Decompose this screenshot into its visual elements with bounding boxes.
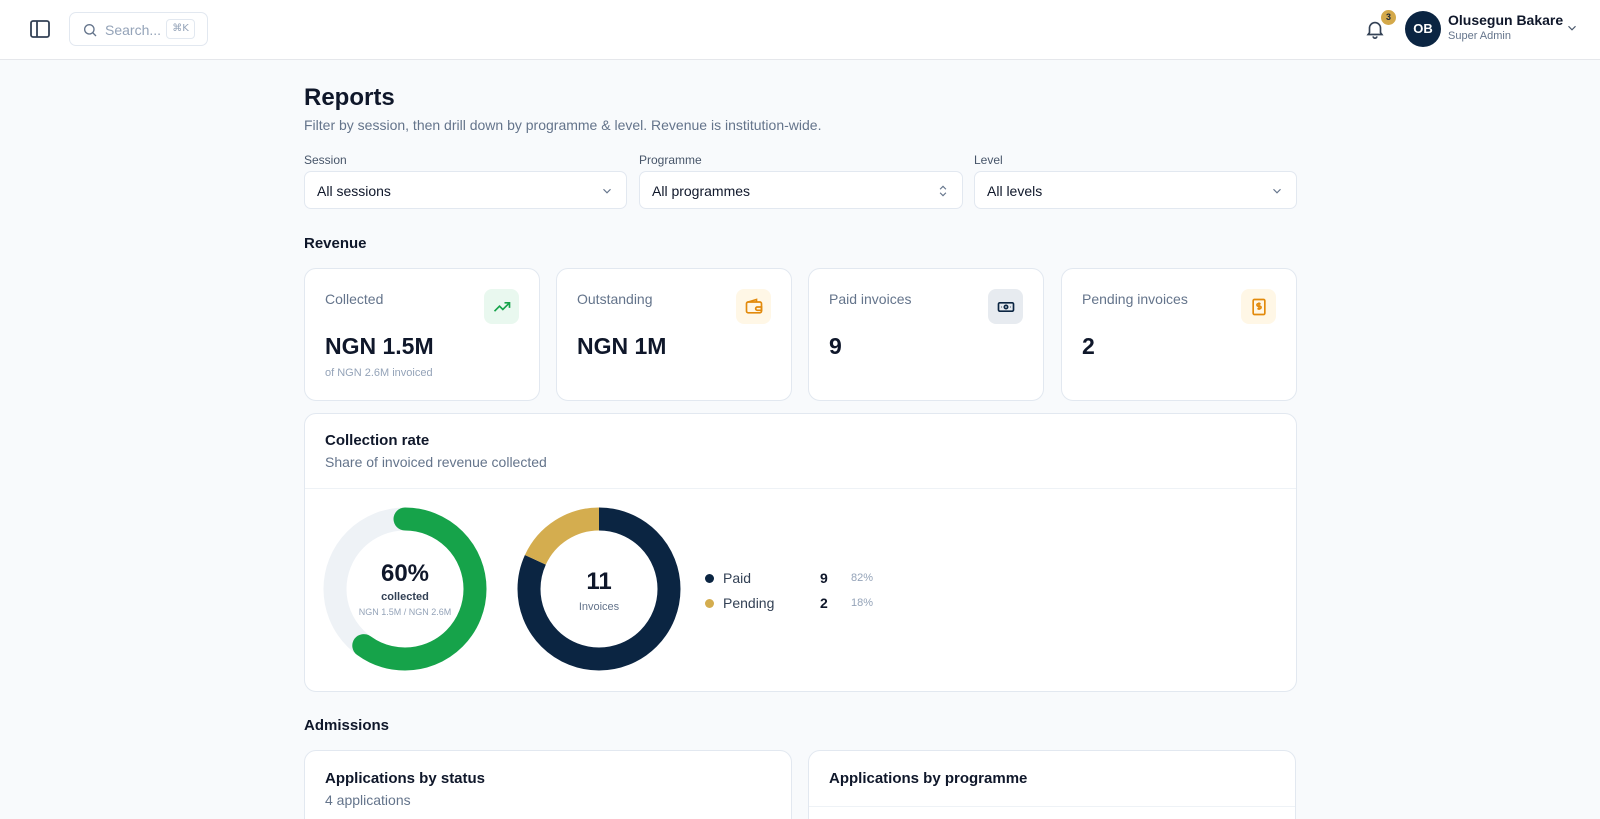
chevron-down-icon bbox=[1273, 188, 1281, 194]
stat-label: Collected bbox=[325, 291, 384, 307]
session-select-value: All sessions bbox=[317, 183, 391, 199]
page-subtitle: Filter by session, then drill down by pr… bbox=[304, 117, 822, 133]
card-title: Applications by status bbox=[325, 770, 486, 787]
search-placeholder: Search... bbox=[105, 22, 162, 38]
level-select-value: All levels bbox=[987, 183, 1043, 199]
collected-amounts: NGN 1.5M / NGN 2.6M bbox=[358, 607, 452, 617]
avatar[interactable]: OB bbox=[1405, 11, 1441, 47]
stat-label: Paid invoices bbox=[829, 291, 912, 307]
legend-count: 2 bbox=[820, 595, 828, 611]
invoices-center: 11 Invoices bbox=[529, 568, 669, 613]
programme-filter-label: Programme bbox=[639, 153, 702, 167]
programme-select[interactable]: All programmes bbox=[639, 171, 963, 209]
wallet-icon bbox=[736, 289, 771, 324]
top-bar: Search... ⌘K 3 OB Olusegun Bakare Super … bbox=[0, 0, 1600, 60]
card-title: Applications by programme bbox=[829, 770, 1028, 787]
collected-label: collected bbox=[381, 591, 429, 603]
collection-rate-card: Collection rate Share of invoiced revenu… bbox=[304, 413, 1297, 692]
invoices-total: 11 bbox=[586, 568, 612, 595]
level-filter-label: Level bbox=[974, 153, 1003, 167]
search-icon bbox=[84, 24, 97, 37]
receipt-icon bbox=[1241, 289, 1276, 324]
collection-rate-center: 60% collected NGN 1.5M / NGN 2.6M bbox=[335, 560, 475, 617]
legend-percent: 82% bbox=[851, 572, 874, 584]
search-box[interactable]: Search... ⌘K bbox=[69, 12, 208, 46]
legend-count: 9 bbox=[820, 570, 828, 586]
legend-percent: 18% bbox=[851, 597, 874, 609]
invoices-label: Invoices bbox=[578, 601, 620, 613]
stat-subtext: of NGN 2.6M invoiced bbox=[325, 367, 433, 379]
collection-rate-title: Collection rate bbox=[325, 432, 430, 449]
sidebar-toggle-icon[interactable] bbox=[28, 17, 52, 41]
chevron-up-down-icon bbox=[939, 185, 947, 197]
stat-label: Outstanding bbox=[577, 291, 653, 307]
legend-name: Pending bbox=[723, 595, 775, 611]
admissions-section-title: Admissions bbox=[304, 717, 390, 734]
legend-name: Paid bbox=[723, 570, 752, 586]
legend-dot bbox=[705, 599, 714, 608]
page-title: Reports bbox=[304, 84, 395, 111]
stat-value: NGN 1M bbox=[577, 333, 667, 359]
collection-rate-subtitle: Share of invoiced revenue collected bbox=[325, 454, 547, 470]
divider bbox=[809, 806, 1295, 807]
card-subtitle: 4 applications bbox=[325, 792, 411, 808]
notification-badge: 3 bbox=[1381, 10, 1396, 25]
outstanding-card: Outstanding NGN 1M bbox=[556, 268, 792, 401]
applications-by-programme-card: Applications by programme bbox=[808, 750, 1296, 819]
search-shortcut-hint: ⌘K bbox=[166, 19, 195, 39]
revenue-section-title: Revenue bbox=[304, 235, 367, 252]
session-select[interactable]: All sessions bbox=[304, 171, 627, 209]
level-select[interactable]: All levels bbox=[974, 171, 1297, 209]
divider bbox=[305, 488, 1296, 489]
stat-value: NGN 1.5M bbox=[325, 333, 434, 359]
session-filter-label: Session bbox=[304, 153, 347, 167]
user-role: Super Admin bbox=[1448, 30, 1511, 42]
collection-percent: 60% bbox=[380, 560, 430, 587]
legend-dot bbox=[705, 574, 714, 583]
programme-select-value: All programmes bbox=[652, 183, 751, 199]
collected-card: Collected NGN 1.5M of NGN 2.6M invoiced bbox=[304, 268, 540, 401]
paid-invoices-card: Paid invoices 9 bbox=[808, 268, 1044, 401]
stat-value: 9 bbox=[829, 333, 842, 359]
chevron-down-icon[interactable] bbox=[1565, 21, 1579, 35]
stat-label: Pending invoices bbox=[1082, 291, 1188, 307]
pending-invoices-card: Pending invoices 2 bbox=[1061, 268, 1297, 401]
user-name[interactable]: Olusegun Bakare bbox=[1448, 12, 1563, 28]
applications-by-status-card: Applications by status 4 applications bbox=[304, 750, 792, 819]
chevron-down-icon bbox=[603, 188, 611, 194]
banknote-icon bbox=[988, 289, 1023, 324]
trending-up-icon bbox=[484, 289, 519, 324]
stat-value: 2 bbox=[1082, 333, 1095, 359]
